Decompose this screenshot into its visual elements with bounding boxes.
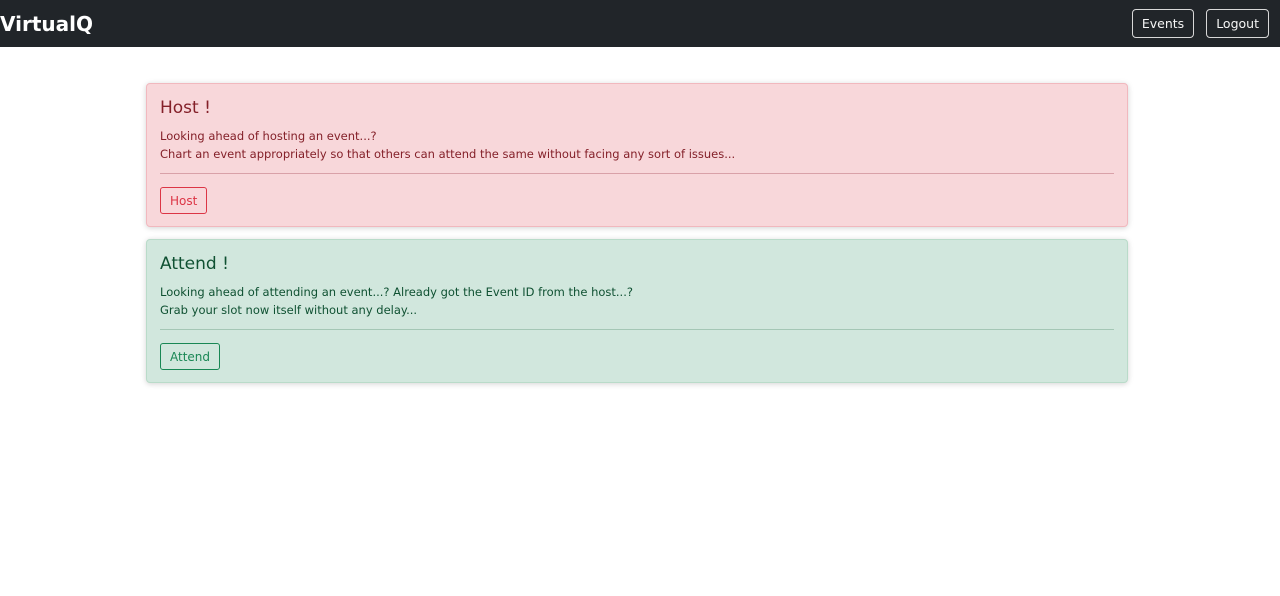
attend-card-line-1: Looking ahead of attending an event...? … (160, 285, 633, 299)
host-card: Host ! Looking ahead of hosting an event… (146, 83, 1128, 227)
logout-button[interactable]: Logout (1206, 9, 1269, 38)
host-card-description: Looking ahead of hosting an event...? Ch… (160, 127, 1114, 163)
host-card-line-1: Looking ahead of hosting an event...? (160, 129, 377, 143)
host-card-line-2: Chart an event appropriately so that oth… (160, 147, 736, 161)
attend-card-line-2: Grab your slot now itself without any de… (160, 303, 418, 317)
attend-card-description: Looking ahead of attending an event...? … (160, 283, 1114, 319)
attend-card-title: Attend ! (160, 254, 229, 274)
attend-card-divider (160, 329, 1114, 330)
events-button[interactable]: Events (1131, 9, 1195, 38)
host-card-divider (160, 173, 1114, 174)
attend-card: Attend ! Looking ahead of attending an e… (146, 239, 1128, 383)
navbar-actions: Events Logout (1131, 9, 1269, 38)
attend-button[interactable]: Attend (160, 343, 221, 370)
host-button[interactable]: Host (160, 187, 208, 214)
brand-logo[interactable]: VirtualQ (0, 12, 93, 36)
host-card-title: Host ! (160, 98, 211, 118)
navbar: VirtualQ Events Logout (0, 0, 1280, 47)
